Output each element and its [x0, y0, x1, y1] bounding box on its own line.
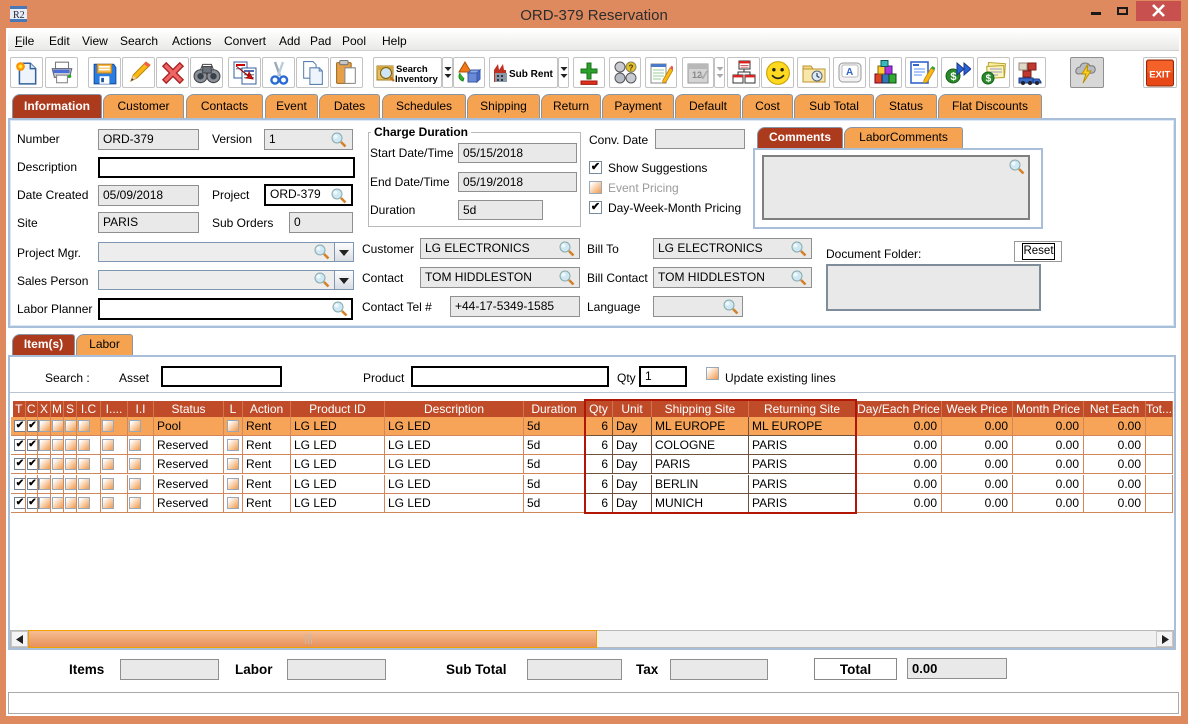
svg-text:A: A	[846, 67, 853, 78]
svg-text:EXIT: EXIT	[1149, 69, 1170, 80]
svg-text:Sub Rent: Sub Rent	[509, 69, 554, 80]
svg-text:?: ?	[629, 63, 634, 72]
svg-text:Inventory: Inventory	[395, 74, 438, 85]
svg-text:$: $	[950, 71, 956, 83]
svg-text:$: $	[985, 73, 991, 84]
